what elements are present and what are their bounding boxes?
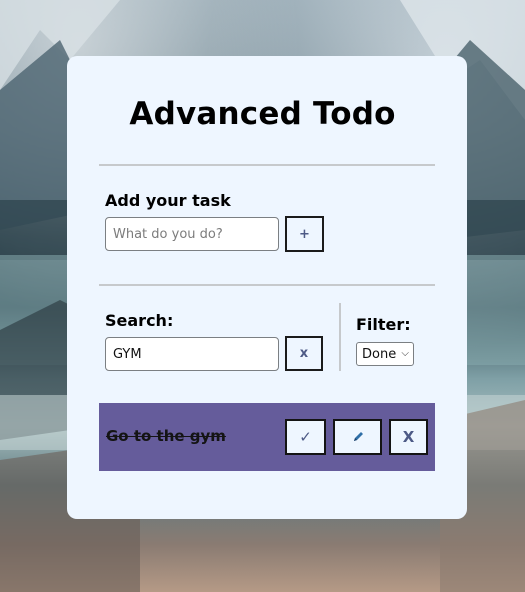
task-item: Go to the gym ✓ X <box>99 403 435 471</box>
pencil-icon <box>353 432 363 441</box>
close-icon: x <box>299 346 309 361</box>
add-task-label: Add your task <box>105 191 231 210</box>
plus-icon: + <box>299 226 310 242</box>
divider-vertical <box>339 303 341 371</box>
delete-task-button[interactable]: X <box>389 419 428 455</box>
divider <box>99 284 435 286</box>
filter-selected-value: Done <box>362 346 397 362</box>
filter-label: Filter: <box>356 315 411 334</box>
chevron-down-icon: ⌵ <box>401 348 409 359</box>
search-label: Search: <box>105 311 174 330</box>
task-input[interactable]: What do you do? <box>105 217 279 251</box>
divider <box>99 164 435 166</box>
add-task-button[interactable]: + <box>285 216 324 252</box>
page-title: Advanced Todo <box>129 96 396 132</box>
edit-task-button[interactable] <box>333 419 382 455</box>
close-icon: X <box>402 428 415 446</box>
complete-task-button[interactable]: ✓ <box>285 419 326 455</box>
filter-select[interactable]: Done ⌵ <box>356 342 414 366</box>
check-icon: ✓ <box>299 428 312 446</box>
task-text: Go to the gym <box>106 427 226 445</box>
clear-search-button[interactable]: x <box>285 336 323 371</box>
search-input[interactable]: GYM <box>105 337 279 371</box>
